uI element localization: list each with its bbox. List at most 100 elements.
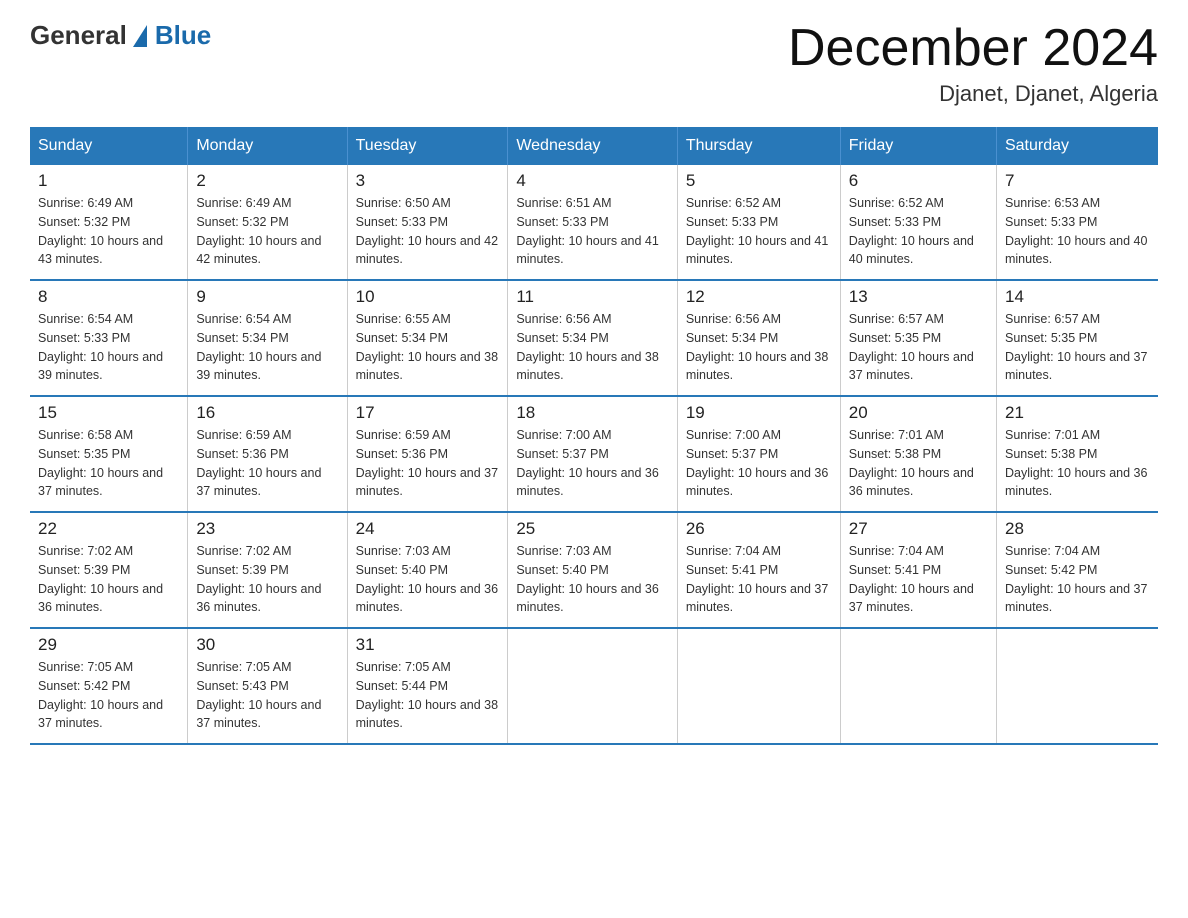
logo-triangle-icon bbox=[133, 25, 147, 47]
day-info: Sunrise: 7:02 AM Sunset: 5:39 PM Dayligh… bbox=[38, 542, 179, 617]
calendar-cell: 19 Sunrise: 7:00 AM Sunset: 5:37 PM Dayl… bbox=[677, 396, 840, 512]
calendar-cell: 10 Sunrise: 6:55 AM Sunset: 5:34 PM Dayl… bbox=[347, 280, 508, 396]
day-number: 10 bbox=[356, 287, 500, 307]
day-info: Sunrise: 6:49 AM Sunset: 5:32 PM Dayligh… bbox=[38, 194, 179, 269]
day-number: 21 bbox=[1005, 403, 1150, 423]
calendar-cell: 22 Sunrise: 7:02 AM Sunset: 5:39 PM Dayl… bbox=[30, 512, 188, 628]
calendar-cell: 9 Sunrise: 6:54 AM Sunset: 5:34 PM Dayli… bbox=[188, 280, 347, 396]
calendar-cell bbox=[508, 628, 677, 744]
day-info: Sunrise: 7:03 AM Sunset: 5:40 PM Dayligh… bbox=[516, 542, 668, 617]
calendar-cell bbox=[996, 628, 1158, 744]
logo-text-general: General bbox=[30, 20, 127, 51]
calendar-cell: 26 Sunrise: 7:04 AM Sunset: 5:41 PM Dayl… bbox=[677, 512, 840, 628]
calendar-cell: 8 Sunrise: 6:54 AM Sunset: 5:33 PM Dayli… bbox=[30, 280, 188, 396]
header-tuesday: Tuesday bbox=[347, 127, 508, 165]
calendar-cell: 5 Sunrise: 6:52 AM Sunset: 5:33 PM Dayli… bbox=[677, 165, 840, 280]
day-info: Sunrise: 7:05 AM Sunset: 5:44 PM Dayligh… bbox=[356, 658, 500, 733]
day-number: 26 bbox=[686, 519, 832, 539]
day-info: Sunrise: 7:00 AM Sunset: 5:37 PM Dayligh… bbox=[516, 426, 668, 501]
calendar-cell: 25 Sunrise: 7:03 AM Sunset: 5:40 PM Dayl… bbox=[508, 512, 677, 628]
calendar-cell: 31 Sunrise: 7:05 AM Sunset: 5:44 PM Dayl… bbox=[347, 628, 508, 744]
calendar-cell: 13 Sunrise: 6:57 AM Sunset: 5:35 PM Dayl… bbox=[840, 280, 996, 396]
day-info: Sunrise: 6:59 AM Sunset: 5:36 PM Dayligh… bbox=[196, 426, 338, 501]
calendar-cell: 3 Sunrise: 6:50 AM Sunset: 5:33 PM Dayli… bbox=[347, 165, 508, 280]
day-number: 14 bbox=[1005, 287, 1150, 307]
day-info: Sunrise: 6:49 AM Sunset: 5:32 PM Dayligh… bbox=[196, 194, 338, 269]
month-title: December 2024 bbox=[788, 20, 1158, 77]
day-info: Sunrise: 6:50 AM Sunset: 5:33 PM Dayligh… bbox=[356, 194, 500, 269]
calendar-cell: 17 Sunrise: 6:59 AM Sunset: 5:36 PM Dayl… bbox=[347, 396, 508, 512]
calendar-cell: 21 Sunrise: 7:01 AM Sunset: 5:38 PM Dayl… bbox=[996, 396, 1158, 512]
calendar-cell: 12 Sunrise: 6:56 AM Sunset: 5:34 PM Dayl… bbox=[677, 280, 840, 396]
logo-text-blue: Blue bbox=[155, 20, 211, 51]
day-info: Sunrise: 7:01 AM Sunset: 5:38 PM Dayligh… bbox=[1005, 426, 1150, 501]
day-info: Sunrise: 7:00 AM Sunset: 5:37 PM Dayligh… bbox=[686, 426, 832, 501]
header-sunday: Sunday bbox=[30, 127, 188, 165]
day-info: Sunrise: 6:52 AM Sunset: 5:33 PM Dayligh… bbox=[686, 194, 832, 269]
location-title: Djanet, Djanet, Algeria bbox=[788, 81, 1158, 107]
day-number: 4 bbox=[516, 171, 668, 191]
calendar-cell: 27 Sunrise: 7:04 AM Sunset: 5:41 PM Dayl… bbox=[840, 512, 996, 628]
day-info: Sunrise: 6:57 AM Sunset: 5:35 PM Dayligh… bbox=[1005, 310, 1150, 385]
day-info: Sunrise: 6:59 AM Sunset: 5:36 PM Dayligh… bbox=[356, 426, 500, 501]
day-info: Sunrise: 7:05 AM Sunset: 5:42 PM Dayligh… bbox=[38, 658, 179, 733]
day-number: 30 bbox=[196, 635, 338, 655]
day-number: 29 bbox=[38, 635, 179, 655]
calendar-cell: 11 Sunrise: 6:56 AM Sunset: 5:34 PM Dayl… bbox=[508, 280, 677, 396]
calendar-cell: 28 Sunrise: 7:04 AM Sunset: 5:42 PM Dayl… bbox=[996, 512, 1158, 628]
calendar-cell: 24 Sunrise: 7:03 AM Sunset: 5:40 PM Dayl… bbox=[347, 512, 508, 628]
calendar-cell: 15 Sunrise: 6:58 AM Sunset: 5:35 PM Dayl… bbox=[30, 396, 188, 512]
header-saturday: Saturday bbox=[996, 127, 1158, 165]
day-number: 20 bbox=[849, 403, 988, 423]
day-info: Sunrise: 6:57 AM Sunset: 5:35 PM Dayligh… bbox=[849, 310, 988, 385]
calendar-cell: 6 Sunrise: 6:52 AM Sunset: 5:33 PM Dayli… bbox=[840, 165, 996, 280]
calendar-cell: 14 Sunrise: 6:57 AM Sunset: 5:35 PM Dayl… bbox=[996, 280, 1158, 396]
calendar-cell: 23 Sunrise: 7:02 AM Sunset: 5:39 PM Dayl… bbox=[188, 512, 347, 628]
header-monday: Monday bbox=[188, 127, 347, 165]
day-number: 18 bbox=[516, 403, 668, 423]
calendar-cell: 2 Sunrise: 6:49 AM Sunset: 5:32 PM Dayli… bbox=[188, 165, 347, 280]
day-number: 24 bbox=[356, 519, 500, 539]
day-number: 8 bbox=[38, 287, 179, 307]
day-number: 27 bbox=[849, 519, 988, 539]
day-info: Sunrise: 7:04 AM Sunset: 5:41 PM Dayligh… bbox=[686, 542, 832, 617]
calendar-header-row: SundayMondayTuesdayWednesdayThursdayFrid… bbox=[30, 127, 1158, 165]
day-number: 6 bbox=[849, 171, 988, 191]
calendar-cell: 16 Sunrise: 6:59 AM Sunset: 5:36 PM Dayl… bbox=[188, 396, 347, 512]
day-number: 9 bbox=[196, 287, 338, 307]
day-info: Sunrise: 6:53 AM Sunset: 5:33 PM Dayligh… bbox=[1005, 194, 1150, 269]
day-number: 28 bbox=[1005, 519, 1150, 539]
day-number: 12 bbox=[686, 287, 832, 307]
day-info: Sunrise: 6:54 AM Sunset: 5:34 PM Dayligh… bbox=[196, 310, 338, 385]
calendar-table: SundayMondayTuesdayWednesdayThursdayFrid… bbox=[30, 127, 1158, 745]
day-number: 13 bbox=[849, 287, 988, 307]
day-info: Sunrise: 7:05 AM Sunset: 5:43 PM Dayligh… bbox=[196, 658, 338, 733]
page-header: General Blue December 2024 Djanet, Djane… bbox=[30, 20, 1158, 107]
day-number: 11 bbox=[516, 287, 668, 307]
header-friday: Friday bbox=[840, 127, 996, 165]
header-wednesday: Wednesday bbox=[508, 127, 677, 165]
calendar-cell: 4 Sunrise: 6:51 AM Sunset: 5:33 PM Dayli… bbox=[508, 165, 677, 280]
day-number: 5 bbox=[686, 171, 832, 191]
day-info: Sunrise: 6:54 AM Sunset: 5:33 PM Dayligh… bbox=[38, 310, 179, 385]
week-row-3: 15 Sunrise: 6:58 AM Sunset: 5:35 PM Dayl… bbox=[30, 396, 1158, 512]
calendar-cell bbox=[677, 628, 840, 744]
day-number: 7 bbox=[1005, 171, 1150, 191]
logo: General Blue bbox=[30, 20, 211, 51]
header-thursday: Thursday bbox=[677, 127, 840, 165]
calendar-cell: 18 Sunrise: 7:00 AM Sunset: 5:37 PM Dayl… bbox=[508, 396, 677, 512]
day-info: Sunrise: 6:58 AM Sunset: 5:35 PM Dayligh… bbox=[38, 426, 179, 501]
day-info: Sunrise: 7:04 AM Sunset: 5:41 PM Dayligh… bbox=[849, 542, 988, 617]
calendar-cell: 30 Sunrise: 7:05 AM Sunset: 5:43 PM Dayl… bbox=[188, 628, 347, 744]
day-number: 31 bbox=[356, 635, 500, 655]
week-row-1: 1 Sunrise: 6:49 AM Sunset: 5:32 PM Dayli… bbox=[30, 165, 1158, 280]
week-row-4: 22 Sunrise: 7:02 AM Sunset: 5:39 PM Dayl… bbox=[30, 512, 1158, 628]
title-block: December 2024 Djanet, Djanet, Algeria bbox=[788, 20, 1158, 107]
day-number: 25 bbox=[516, 519, 668, 539]
week-row-2: 8 Sunrise: 6:54 AM Sunset: 5:33 PM Dayli… bbox=[30, 280, 1158, 396]
day-info: Sunrise: 6:56 AM Sunset: 5:34 PM Dayligh… bbox=[516, 310, 668, 385]
day-number: 23 bbox=[196, 519, 338, 539]
day-number: 17 bbox=[356, 403, 500, 423]
day-info: Sunrise: 7:02 AM Sunset: 5:39 PM Dayligh… bbox=[196, 542, 338, 617]
day-number: 22 bbox=[38, 519, 179, 539]
